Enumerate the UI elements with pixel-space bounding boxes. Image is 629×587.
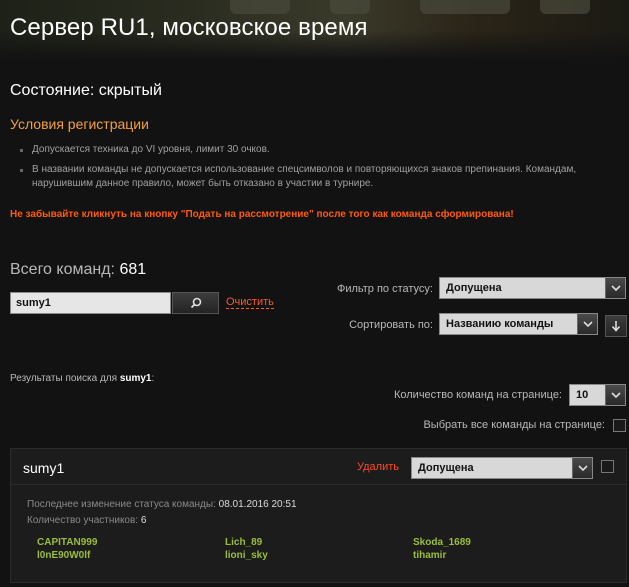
last-status-change: Последнее изменение статуса команды: 08.…: [27, 499, 297, 510]
chevron-down-icon: [605, 278, 625, 298]
tournament-state: Состояние: скрытый: [10, 82, 162, 99]
team-select-checkbox[interactable]: [601, 460, 614, 473]
total-teams: Всего команд: 681: [10, 261, 146, 279]
delete-team-link[interactable]: Удалить: [357, 461, 399, 473]
search-results-caption: Результаты поиска для sumy1:: [10, 373, 154, 384]
team-member: l0nE90W0lf: [37, 550, 91, 561]
total-teams-label: Всего команд:: [10, 261, 115, 278]
team-status-value: Допущена: [418, 462, 474, 474]
rule-item: Допускается техника до VI уровня, лимит …: [20, 143, 620, 157]
per-page-value: 10: [576, 389, 589, 401]
chevron-down-icon: [572, 458, 592, 478]
status-filter-label: Фильтр по статусу:: [336, 283, 433, 295]
team-member: Skoda_1689: [413, 537, 471, 548]
total-teams-count: 681: [119, 261, 147, 278]
last-change-value: 08.01.2016 20:51: [218, 499, 297, 510]
team-member: lioni_sky: [225, 550, 268, 561]
team-card: sumy1 Удалить Допущена Последнее изменен…: [10, 448, 627, 583]
search-button[interactable]: [172, 292, 219, 314]
per-page-select[interactable]: 10: [569, 384, 626, 406]
last-change-label: Последнее изменение статуса команды:: [27, 499, 216, 510]
team-member: tihamir: [413, 550, 447, 561]
results-prefix: Результаты поиска для: [10, 373, 118, 384]
team-name: sumy1: [23, 460, 65, 476]
select-all-checkbox[interactable]: [613, 419, 626, 432]
submit-warning: Не забывайте кликнуть на кнопку "Подать …: [10, 209, 514, 220]
per-page-label: Количество команд на странице:: [393, 389, 562, 401]
banner-decoration: [330, 0, 370, 14]
team-member: Lich_89: [225, 537, 263, 548]
search-icon: [190, 297, 201, 309]
page-title: Сервер RU1, московское время: [10, 14, 368, 41]
arrow-down-icon: [611, 321, 621, 332]
sort-label: Сортировать по:: [349, 319, 433, 331]
banner-decoration: [230, 0, 290, 14]
status-filter-value: Допущена: [446, 282, 502, 294]
sort-select[interactable]: Названию команды: [439, 313, 598, 335]
rules-list: Допускается техника до VI уровня, лимит …: [20, 143, 620, 197]
results-query: sumy1: [119, 373, 152, 384]
rule-item: В названии команды не допускается исполь…: [20, 163, 620, 191]
members-count-label: Количество участников:: [27, 515, 139, 526]
search-input[interactable]: [10, 292, 171, 314]
status-filter-select[interactable]: Допущена: [439, 277, 626, 299]
team-status-select[interactable]: Допущена: [411, 457, 593, 479]
clear-search-link[interactable]: Очистить: [226, 296, 274, 309]
select-all-label: Выбрать все команды на странице:: [423, 419, 605, 431]
team-member: CAPITAN999: [37, 537, 98, 548]
sort-value: Названию команды: [446, 318, 554, 330]
banner-decoration: [540, 0, 590, 14]
chevron-down-icon: [605, 385, 625, 405]
members-count-value: 6: [140, 515, 147, 526]
chevron-down-icon: [577, 314, 597, 334]
team-card-header: sumy1 Удалить Допущена: [11, 449, 626, 485]
results-suffix: :: [151, 373, 155, 384]
members-count: Количество участников: 6: [27, 515, 146, 526]
rules-title: Условия регистрации: [10, 116, 149, 132]
sort-direction-button[interactable]: [605, 315, 627, 337]
banner-decoration: [420, 0, 510, 14]
